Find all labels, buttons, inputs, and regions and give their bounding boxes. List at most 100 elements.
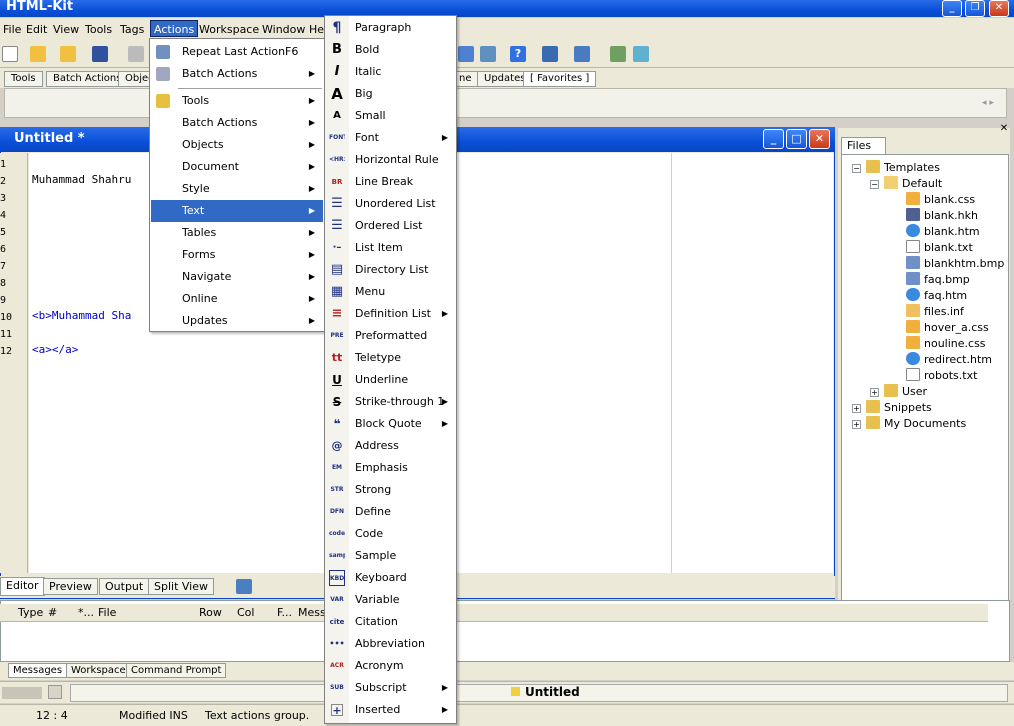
menu-item-tools[interactable]: Tools ▶ xyxy=(151,90,323,112)
expand-icon[interactable]: + xyxy=(852,404,861,413)
menu-item-small[interactable]: A Small xyxy=(326,105,456,127)
collapse-icon[interactable]: − xyxy=(852,164,861,173)
expand-icon[interactable]: + xyxy=(870,388,879,397)
menu-item-code[interactable]: code Code xyxy=(326,523,456,545)
tree-node-file[interactable]: blank.htm xyxy=(906,224,980,240)
tab-tools[interactable]: Tools xyxy=(4,71,43,87)
col-file[interactable]: File xyxy=(98,606,116,619)
tab-editor[interactable]: Editor xyxy=(0,577,45,596)
menu-item-sample[interactable]: samp Sample xyxy=(326,545,456,567)
tree-node-file[interactable]: faq.bmp xyxy=(906,272,970,288)
collapse-icon[interactable]: − xyxy=(870,180,879,189)
tree-node-file[interactable]: faq.htm xyxy=(906,288,967,304)
tab-workspace[interactable]: Workspace xyxy=(66,663,131,678)
menu-item-preformatted[interactable]: PRE Preformatted xyxy=(326,325,456,347)
menu-tags[interactable]: Tags xyxy=(117,21,147,38)
menu-item-teletype[interactable]: tt Teletype xyxy=(326,347,456,369)
menu-item-bold[interactable]: B Bold xyxy=(326,39,456,61)
menu-item-paragraph[interactable]: ¶ Paragraph xyxy=(326,17,456,39)
menu-window[interactable]: Window xyxy=(259,21,308,38)
menu-item-repeat-last-action[interactable]: Repeat Last Action F6 xyxy=(151,41,323,63)
menu-item-big[interactable]: A Big xyxy=(326,83,456,105)
menu-item-define[interactable]: DFN Define xyxy=(326,501,456,523)
open-folder-icon[interactable] xyxy=(30,46,46,62)
tree-node-templates[interactable]: Templates xyxy=(866,160,940,176)
tab-messages[interactable]: Messages xyxy=(8,663,68,678)
tab-command-prompt[interactable]: Command Prompt xyxy=(126,663,227,678)
menu-item-ordered-list[interactable]: ☰ Ordered List xyxy=(326,215,456,237)
tree-node-file[interactable]: redirect.htm xyxy=(906,352,992,368)
tab-favorites[interactable]: [ Favorites ] xyxy=(523,71,597,87)
menu-item-online[interactable]: Online ▶ xyxy=(151,288,323,310)
open-project-icon[interactable] xyxy=(60,46,76,62)
document-tab-untitled[interactable]: Untitled xyxy=(511,685,580,699)
tree-node-file[interactable]: nouline.css xyxy=(906,336,986,352)
menu-item-subscript[interactable]: SUB Subscript ▶ xyxy=(326,677,456,699)
menu-item-horizontal-rule[interactable]: <HR> Horizontal Rule xyxy=(326,149,456,171)
menu-item-navigate[interactable]: Navigate ▶ xyxy=(151,266,323,288)
menu-item-objects[interactable]: Objects ▶ xyxy=(151,134,323,156)
menu-item-font[interactable]: FONT Font ▶ xyxy=(326,127,456,149)
tree-node-file[interactable]: robots.txt xyxy=(906,368,977,384)
tree-node-default[interactable]: Default xyxy=(884,176,942,192)
menu-item-text[interactable]: Text ▶ xyxy=(151,200,323,222)
tab-output[interactable]: Output xyxy=(99,578,150,595)
tree-node-file[interactable]: files.inf xyxy=(906,304,964,320)
save-icon[interactable] xyxy=(92,46,108,62)
network-icon[interactable] xyxy=(480,46,496,62)
toolbar-scroll-arrows-icon[interactable]: ◂ ▸ xyxy=(973,92,1003,114)
menu-item-strong[interactable]: STR Strong xyxy=(326,479,456,501)
col-col[interactable]: Col xyxy=(237,606,254,619)
menu-item-list-item[interactable]: ·– List Item xyxy=(326,237,456,259)
tree-node-file[interactable]: blank.css xyxy=(906,192,975,208)
print-icon[interactable] xyxy=(128,46,144,62)
col-number[interactable]: # xyxy=(48,606,57,619)
menu-item-tables[interactable]: Tables ▶ xyxy=(151,222,323,244)
col-star[interactable]: *... xyxy=(78,606,94,619)
col-message[interactable]: Mess xyxy=(298,606,326,619)
browser-icon[interactable] xyxy=(574,46,590,62)
menu-item-inserted[interactable]: + Inserted ▶ xyxy=(326,699,456,721)
menu-item-batch-actions[interactable]: Batch Actions ▶ xyxy=(151,63,323,85)
menu-item-emphasis[interactable]: EM Emphasis xyxy=(326,457,456,479)
menu-item-style[interactable]: Style ▶ xyxy=(151,178,323,200)
preview-icon[interactable] xyxy=(542,46,558,62)
menu-item-address[interactable]: @ Address xyxy=(326,435,456,457)
menu-item-menu[interactable]: ▦ Menu xyxy=(326,281,456,303)
tab-split-view[interactable]: Split View xyxy=(148,578,214,595)
menu-item-document[interactable]: Document ▶ xyxy=(151,156,323,178)
menu-item-italic[interactable]: I Italic xyxy=(326,61,456,83)
menu-item-citation[interactable]: cite Citation xyxy=(326,611,456,633)
split-view-icon[interactable] xyxy=(236,579,252,594)
tree-node-snippets[interactable]: Snippets xyxy=(866,400,932,416)
restore-button[interactable]: ❐ xyxy=(965,0,985,17)
menu-item-unordered-list[interactable]: ☰ Unordered List xyxy=(326,193,456,215)
menu-item-acronym[interactable]: ACR Acronym xyxy=(326,655,456,677)
menu-item-forms[interactable]: Forms ▶ xyxy=(151,244,323,266)
menu-view[interactable]: View xyxy=(50,21,82,38)
menu-item-variable[interactable]: VAR Variable xyxy=(326,589,456,611)
col-type[interactable]: Type xyxy=(18,606,43,619)
menu-item-line-break[interactable]: BR Line Break xyxy=(326,171,456,193)
editor-maximize-button[interactable]: □ xyxy=(786,129,807,149)
col-f[interactable]: F... xyxy=(277,606,292,619)
tree-node-file[interactable]: blank.hkh xyxy=(906,208,978,224)
menu-item-abbreviation[interactable]: ••• Abbreviation xyxy=(326,633,456,655)
tree-node-my-documents[interactable]: My Documents xyxy=(866,416,966,432)
menu-item-definition-list[interactable]: ≡ Definition List ▶ xyxy=(326,303,456,325)
close-button[interactable]: ✕ xyxy=(989,0,1009,17)
minimize-button[interactable]: _ xyxy=(942,0,962,17)
hand-icon[interactable] xyxy=(48,685,62,699)
tab-preview[interactable]: Preview xyxy=(43,578,98,595)
menu-item-batch-actions-2[interactable]: Batch Actions ▶ xyxy=(151,112,323,134)
window-icon[interactable] xyxy=(458,46,474,62)
tree-node-file[interactable]: blankhtm.bmp xyxy=(906,256,1004,272)
menu-item-keyboard[interactable]: KBD Keyboard xyxy=(326,567,456,589)
menu-actions[interactable]: Actions xyxy=(150,20,199,37)
plugin-icon[interactable] xyxy=(610,46,626,62)
menu-item-strike-through[interactable]: S Strike-through 1 ▶ xyxy=(326,391,456,413)
menu-file[interactable]: File xyxy=(0,21,24,38)
tree-node-file[interactable]: blank.txt xyxy=(906,240,973,256)
menu-item-underline[interactable]: U Underline xyxy=(326,369,456,391)
menu-item-updates[interactable]: Updates ▶ xyxy=(151,310,323,332)
